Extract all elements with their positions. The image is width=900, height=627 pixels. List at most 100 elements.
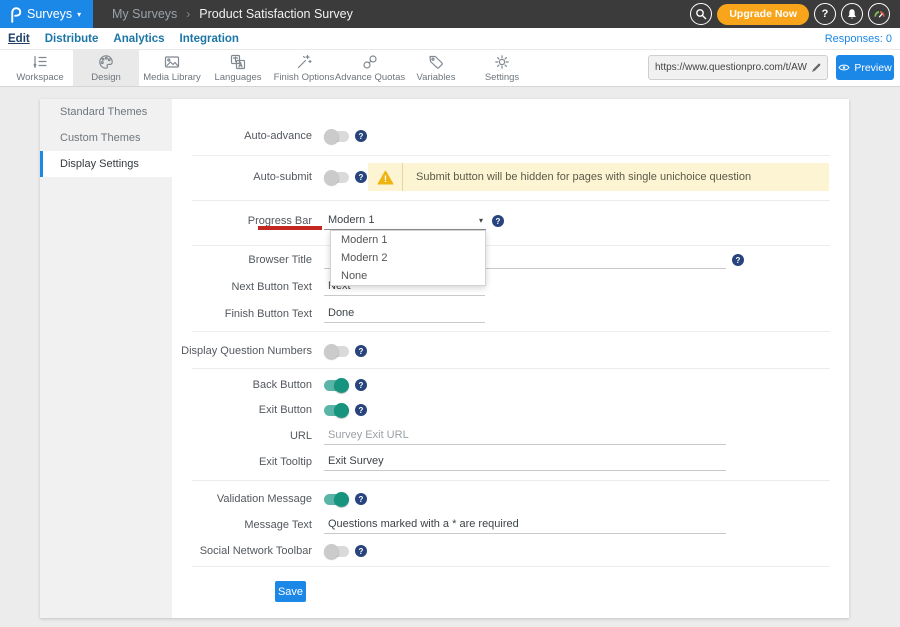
- back-button-label: Back Button: [172, 375, 312, 395]
- survey-nav: Edit Distribute Analytics Integration Re…: [0, 28, 900, 50]
- responses-count[interactable]: Responses: 0: [825, 33, 892, 45]
- help-icon[interactable]: ?: [492, 215, 504, 227]
- message-text-row: Message Text: [172, 515, 849, 535]
- message-text-input[interactable]: [324, 516, 726, 534]
- help-icon[interactable]: ?: [355, 345, 367, 357]
- finish-options-icon: [295, 53, 313, 71]
- back-button-toggle[interactable]: [324, 380, 349, 391]
- sidebar-item-display-settings[interactable]: Display Settings: [40, 151, 172, 177]
- dropdown-option-modern-2[interactable]: Modern 2: [331, 249, 485, 267]
- search-button[interactable]: [690, 3, 712, 25]
- design-icon: [97, 53, 115, 71]
- toolbar-design[interactable]: Design: [73, 50, 139, 86]
- product-name: Surveys: [27, 7, 72, 21]
- social-network-toolbar-row: Social Network Toolbar ?: [172, 541, 849, 561]
- questionpro-app: Surveys ▾ My Surveys › Product Satisfact…: [0, 0, 900, 627]
- toolbar-variables[interactable]: Variables: [403, 50, 469, 86]
- question-mark-icon: ?: [822, 8, 829, 20]
- chevron-down-icon: ▾: [479, 216, 483, 225]
- help-icon[interactable]: ?: [355, 130, 367, 142]
- toolbar-finish-options[interactable]: Finish Options: [271, 50, 337, 86]
- toolbar-languages[interactable]: Languages: [205, 50, 271, 86]
- validation-message-toggle[interactable]: [324, 494, 349, 505]
- questionpro-logo: [9, 6, 22, 23]
- chevron-down-icon: ▾: [77, 10, 81, 19]
- languages-icon: [229, 53, 247, 71]
- search-icon: [695, 8, 707, 20]
- section-divider: [192, 200, 830, 201]
- svg-text:!: !: [383, 174, 386, 185]
- save-button[interactable]: Save: [275, 581, 306, 602]
- survey-url-chip: [648, 55, 828, 80]
- exit-url-input[interactable]: [324, 427, 726, 445]
- help-icon[interactable]: ?: [355, 404, 367, 416]
- exit-tooltip-input[interactable]: [324, 453, 726, 471]
- top-bar: Surveys ▾ My Surveys › Product Satisfact…: [0, 0, 900, 28]
- toolbar-workspace[interactable]: Workspace: [7, 50, 73, 86]
- finish-button-text-label: Finish Button Text: [172, 304, 312, 324]
- sidebar-item-standard-themes[interactable]: Standard Themes: [40, 99, 172, 125]
- topbar-actions: Upgrade Now ?: [690, 3, 890, 25]
- design-toolbar: Workspace Design Media Library: [0, 50, 900, 87]
- toolbar-advance-quotas[interactable]: Advance Quotas: [337, 50, 403, 86]
- nav-tab-distribute[interactable]: Distribute: [45, 33, 99, 45]
- social-network-toolbar-toggle[interactable]: [324, 546, 349, 557]
- nav-tab-integration[interactable]: Integration: [180, 33, 239, 45]
- exit-tooltip-label: Exit Tooltip: [172, 452, 312, 472]
- dashboard-gauge-button[interactable]: [868, 3, 890, 25]
- help-icon[interactable]: ?: [355, 545, 367, 557]
- display-settings-panel: Standard Themes Custom Themes Display Se…: [40, 99, 849, 618]
- validation-message-row: Validation Message ?: [172, 489, 849, 509]
- auto-submit-toggle[interactable]: [324, 172, 349, 183]
- surveys-product-menu[interactable]: Surveys ▾: [0, 0, 93, 28]
- display-question-numbers-toggle[interactable]: [324, 346, 349, 357]
- gauge-icon: [873, 8, 886, 21]
- help-icon[interactable]: ?: [355, 493, 367, 505]
- section-divider: [192, 331, 830, 332]
- auto-advance-row: Auto-advance ?: [172, 126, 849, 146]
- help-icon[interactable]: ?: [732, 254, 744, 266]
- upgrade-now-button[interactable]: Upgrade Now: [717, 4, 809, 25]
- sidebar-item-custom-themes[interactable]: Custom Themes: [40, 125, 172, 151]
- exit-tooltip-row: Exit Tooltip: [172, 452, 849, 472]
- progress-bar-select[interactable]: Modern 1 ▾: [324, 212, 486, 230]
- notifications-button[interactable]: [841, 3, 863, 25]
- dropdown-option-modern-1[interactable]: Modern 1: [331, 231, 485, 249]
- edit-url-pencil-icon[interactable]: [811, 63, 821, 73]
- workspace-icon: [31, 53, 49, 71]
- exit-url-label: URL: [172, 426, 312, 446]
- breadcrumb-my-surveys[interactable]: My Surveys: [112, 7, 177, 21]
- browser-title-label: Browser Title: [172, 250, 312, 270]
- browser-title-row: Browser Title ?: [172, 250, 849, 270]
- variables-icon: [427, 53, 445, 71]
- exit-button-row: Exit Button ?: [172, 400, 849, 420]
- progress-bar-dropdown: Modern 1 Modern 2 None: [330, 230, 486, 286]
- social-network-toolbar-label: Social Network Toolbar: [172, 541, 312, 561]
- warning-text: Submit button will be hidden for pages w…: [403, 171, 751, 183]
- finish-button-text-input[interactable]: [324, 305, 485, 323]
- toolbar-media-library[interactable]: Media Library: [139, 50, 205, 86]
- dropdown-option-none[interactable]: None: [331, 267, 485, 285]
- nav-tab-analytics[interactable]: Analytics: [113, 33, 164, 45]
- progress-bar-selected-value: Modern 1: [328, 214, 374, 226]
- help-icon[interactable]: ?: [355, 171, 367, 183]
- media-library-icon: [163, 53, 181, 71]
- auto-advance-label: Auto-advance: [172, 126, 312, 146]
- survey-url-input[interactable]: [655, 62, 807, 73]
- help-icon[interactable]: ?: [355, 379, 367, 391]
- section-divider: [192, 155, 830, 156]
- toolbar-settings[interactable]: Settings: [469, 50, 535, 86]
- help-button[interactable]: ?: [814, 3, 836, 25]
- display-settings-form: Auto-advance ? Auto-submit ?: [172, 99, 849, 618]
- advance-quotas-icon: [361, 53, 379, 71]
- bell-icon: [846, 8, 858, 20]
- display-question-numbers-label: Display Question Numbers: [172, 341, 312, 361]
- progress-bar-annotation-underline: [258, 226, 322, 230]
- nav-tab-edit[interactable]: Edit: [8, 33, 30, 45]
- section-divider: [192, 245, 830, 246]
- exit-button-toggle[interactable]: [324, 405, 349, 416]
- preview-button[interactable]: Preview: [836, 55, 894, 80]
- auto-submit-label: Auto-submit: [172, 167, 312, 187]
- next-button-text-label: Next Button Text: [172, 277, 312, 297]
- auto-advance-toggle[interactable]: [324, 131, 349, 142]
